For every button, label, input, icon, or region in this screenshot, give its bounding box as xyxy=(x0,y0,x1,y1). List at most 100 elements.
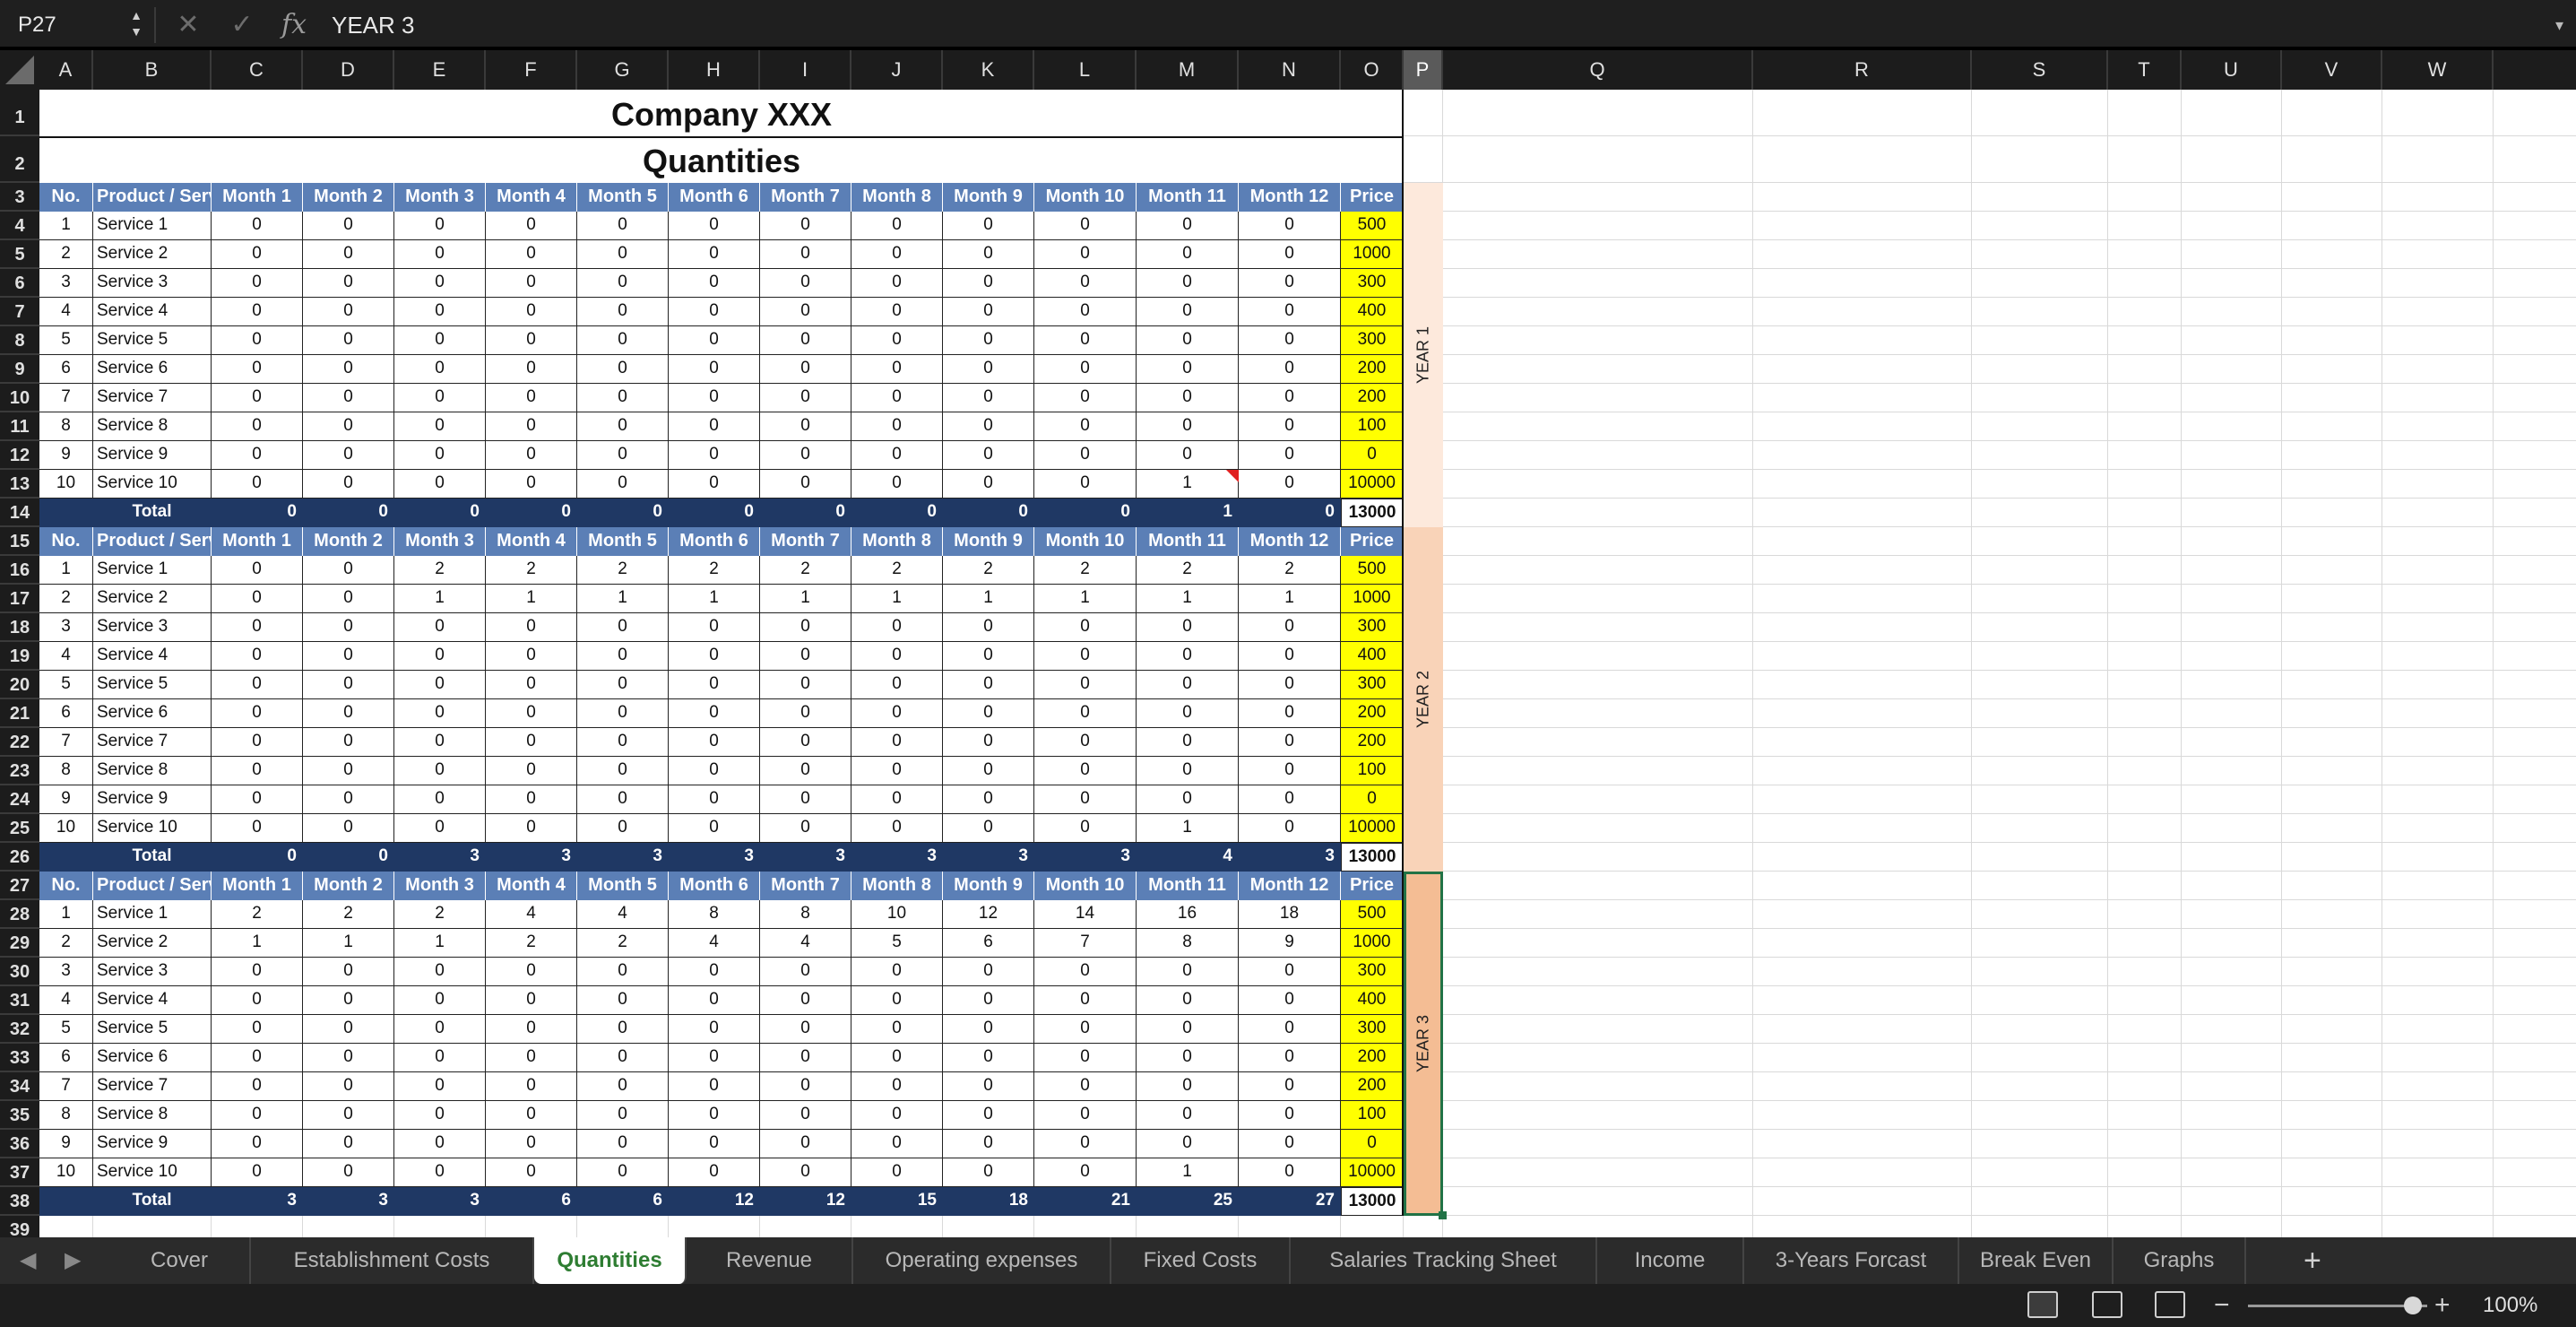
price-cell[interactable]: 100 xyxy=(1341,412,1404,441)
quantity-cell[interactable]: 0 xyxy=(212,384,303,412)
column-header-o[interactable]: O xyxy=(1341,50,1404,90)
row-header-19[interactable]: 19 xyxy=(0,642,39,671)
row-header-22[interactable]: 22 xyxy=(0,728,39,757)
quantity-cell[interactable]: 0 xyxy=(760,240,851,269)
quantity-cell[interactable]: 0 xyxy=(303,212,394,240)
row-header-1[interactable]: 1 xyxy=(0,90,39,136)
quantity-cell[interactable]: 0 xyxy=(577,470,669,499)
row-number[interactable]: 8 xyxy=(39,1101,93,1130)
quantity-cell[interactable]: 0 xyxy=(943,642,1034,671)
quantity-cell[interactable]: 0 xyxy=(212,785,303,814)
quantity-cell[interactable]: 0 xyxy=(212,757,303,785)
column-header-p[interactable]: P xyxy=(1404,50,1443,90)
quantity-cell[interactable]: 0 xyxy=(1137,326,1239,355)
column-label[interactable]: Month 12 xyxy=(1239,183,1341,212)
quantity-cell[interactable]: 0 xyxy=(851,355,943,384)
quantity-cell[interactable]: 0 xyxy=(851,642,943,671)
quantity-cell[interactable]: 0 xyxy=(486,699,577,728)
service-name[interactable]: Service 9 xyxy=(93,441,212,470)
row-header-2[interactable]: 2 xyxy=(0,136,39,183)
price-cell[interactable]: 100 xyxy=(1341,1101,1404,1130)
quantity-cell[interactable]: 2 xyxy=(394,900,486,929)
quantity-cell[interactable]: 0 xyxy=(486,728,577,757)
row-header-10[interactable]: 10 xyxy=(0,384,39,412)
service-name[interactable]: Service 4 xyxy=(93,986,212,1015)
quantity-cell[interactable]: 2 xyxy=(1239,556,1341,585)
quantity-cell[interactable]: 0 xyxy=(486,785,577,814)
quantity-cell[interactable]: 0 xyxy=(303,785,394,814)
quantity-cell[interactable]: 2 xyxy=(394,556,486,585)
quantity-cell[interactable]: 0 xyxy=(669,441,760,470)
price-cell[interactable]: 300 xyxy=(1341,1015,1404,1044)
quantity-cell[interactable]: 4 xyxy=(669,929,760,958)
quantity-cell[interactable]: 0 xyxy=(669,785,760,814)
total-cell[interactable]: 0 xyxy=(303,843,394,872)
quantity-cell[interactable]: 0 xyxy=(669,1130,760,1158)
price-cell[interactable]: 300 xyxy=(1341,671,1404,699)
quantity-cell[interactable]: 0 xyxy=(212,240,303,269)
quantity-cell[interactable]: 0 xyxy=(1239,1044,1341,1072)
price-cell[interactable]: 10000 xyxy=(1341,1158,1404,1187)
column-header-k[interactable]: K xyxy=(943,50,1034,90)
quantity-cell[interactable]: 0 xyxy=(394,1072,486,1101)
quantity-cell[interactable]: 0 xyxy=(851,269,943,298)
row-header-38[interactable]: 38 xyxy=(0,1187,39,1216)
quantity-cell[interactable]: 0 xyxy=(851,1044,943,1072)
quantity-cell[interactable]: 0 xyxy=(943,412,1034,441)
quantity-cell[interactable]: 0 xyxy=(1034,212,1137,240)
column-label[interactable]: Month 6 xyxy=(669,872,760,900)
quantity-cell[interactable]: 0 xyxy=(760,355,851,384)
quantity-cell[interactable]: 0 xyxy=(943,671,1034,699)
column-label[interactable]: Month 12 xyxy=(1239,872,1341,900)
quantity-cell[interactable]: 0 xyxy=(669,1158,760,1187)
quantity-cell[interactable]: 2 xyxy=(486,556,577,585)
row-number[interactable]: 4 xyxy=(39,298,93,326)
total-price-cell[interactable]: 13000 xyxy=(1341,843,1404,872)
quantity-cell[interactable]: 0 xyxy=(760,785,851,814)
row-number[interactable]: 3 xyxy=(39,269,93,298)
quantity-cell[interactable]: 1 xyxy=(1239,585,1341,613)
quantity-cell[interactable]: 8 xyxy=(669,900,760,929)
quantity-cell[interactable]: 0 xyxy=(851,986,943,1015)
total-cell[interactable]: 0 xyxy=(486,499,577,527)
column-label[interactable]: Month 11 xyxy=(1137,872,1239,900)
quantity-cell[interactable]: 0 xyxy=(303,585,394,613)
total-price-cell[interactable]: 13000 xyxy=(1341,499,1404,527)
total-cell[interactable]: 3 xyxy=(212,1187,303,1216)
quantity-cell[interactable]: 0 xyxy=(1239,728,1341,757)
column-label[interactable]: Month 10 xyxy=(1034,527,1137,556)
quantity-cell[interactable]: 0 xyxy=(851,699,943,728)
column-header-h[interactable]: H xyxy=(669,50,760,90)
quantity-cell[interactable]: 7 xyxy=(1034,929,1137,958)
quantity-cell[interactable]: 0 xyxy=(669,412,760,441)
quantity-cell[interactable]: 0 xyxy=(486,757,577,785)
quantity-cell[interactable]: 0 xyxy=(669,986,760,1015)
column-header-l[interactable]: L xyxy=(1034,50,1137,90)
total-cell[interactable]: 0 xyxy=(577,499,669,527)
column-label[interactable]: Month 6 xyxy=(669,527,760,556)
row-header-31[interactable]: 31 xyxy=(0,986,39,1015)
row-header-11[interactable]: 11 xyxy=(0,412,39,441)
quantity-cell[interactable]: 0 xyxy=(1239,355,1341,384)
service-name[interactable]: Service 8 xyxy=(93,1101,212,1130)
quantity-cell[interactable]: 0 xyxy=(1137,728,1239,757)
zoom-in-button[interactable]: + xyxy=(2434,1284,2451,1327)
total-cell[interactable]: 3 xyxy=(303,1187,394,1216)
column-label[interactable]: Price xyxy=(1341,872,1404,900)
quantity-cell[interactable]: 0 xyxy=(1034,1101,1137,1130)
zoom-slider[interactable] xyxy=(2248,1305,2427,1307)
quantity-cell[interactable]: 0 xyxy=(577,728,669,757)
price-cell[interactable]: 1000 xyxy=(1341,929,1404,958)
quantity-cell[interactable]: 0 xyxy=(851,728,943,757)
row-header-8[interactable]: 8 xyxy=(0,326,39,355)
quantity-cell[interactable]: 0 xyxy=(394,1130,486,1158)
sheet-subtitle[interactable]: Quantities xyxy=(39,136,1404,183)
quantity-cell[interactable]: 0 xyxy=(577,642,669,671)
quantity-cell[interactable]: 2 xyxy=(760,556,851,585)
total-cell[interactable]: 6 xyxy=(486,1187,577,1216)
row-header-32[interactable]: 32 xyxy=(0,1015,39,1044)
price-cell[interactable]: 500 xyxy=(1341,212,1404,240)
total-cell[interactable]: 12 xyxy=(669,1187,760,1216)
quantity-cell[interactable]: 0 xyxy=(212,326,303,355)
column-label[interactable]: Month 4 xyxy=(486,872,577,900)
